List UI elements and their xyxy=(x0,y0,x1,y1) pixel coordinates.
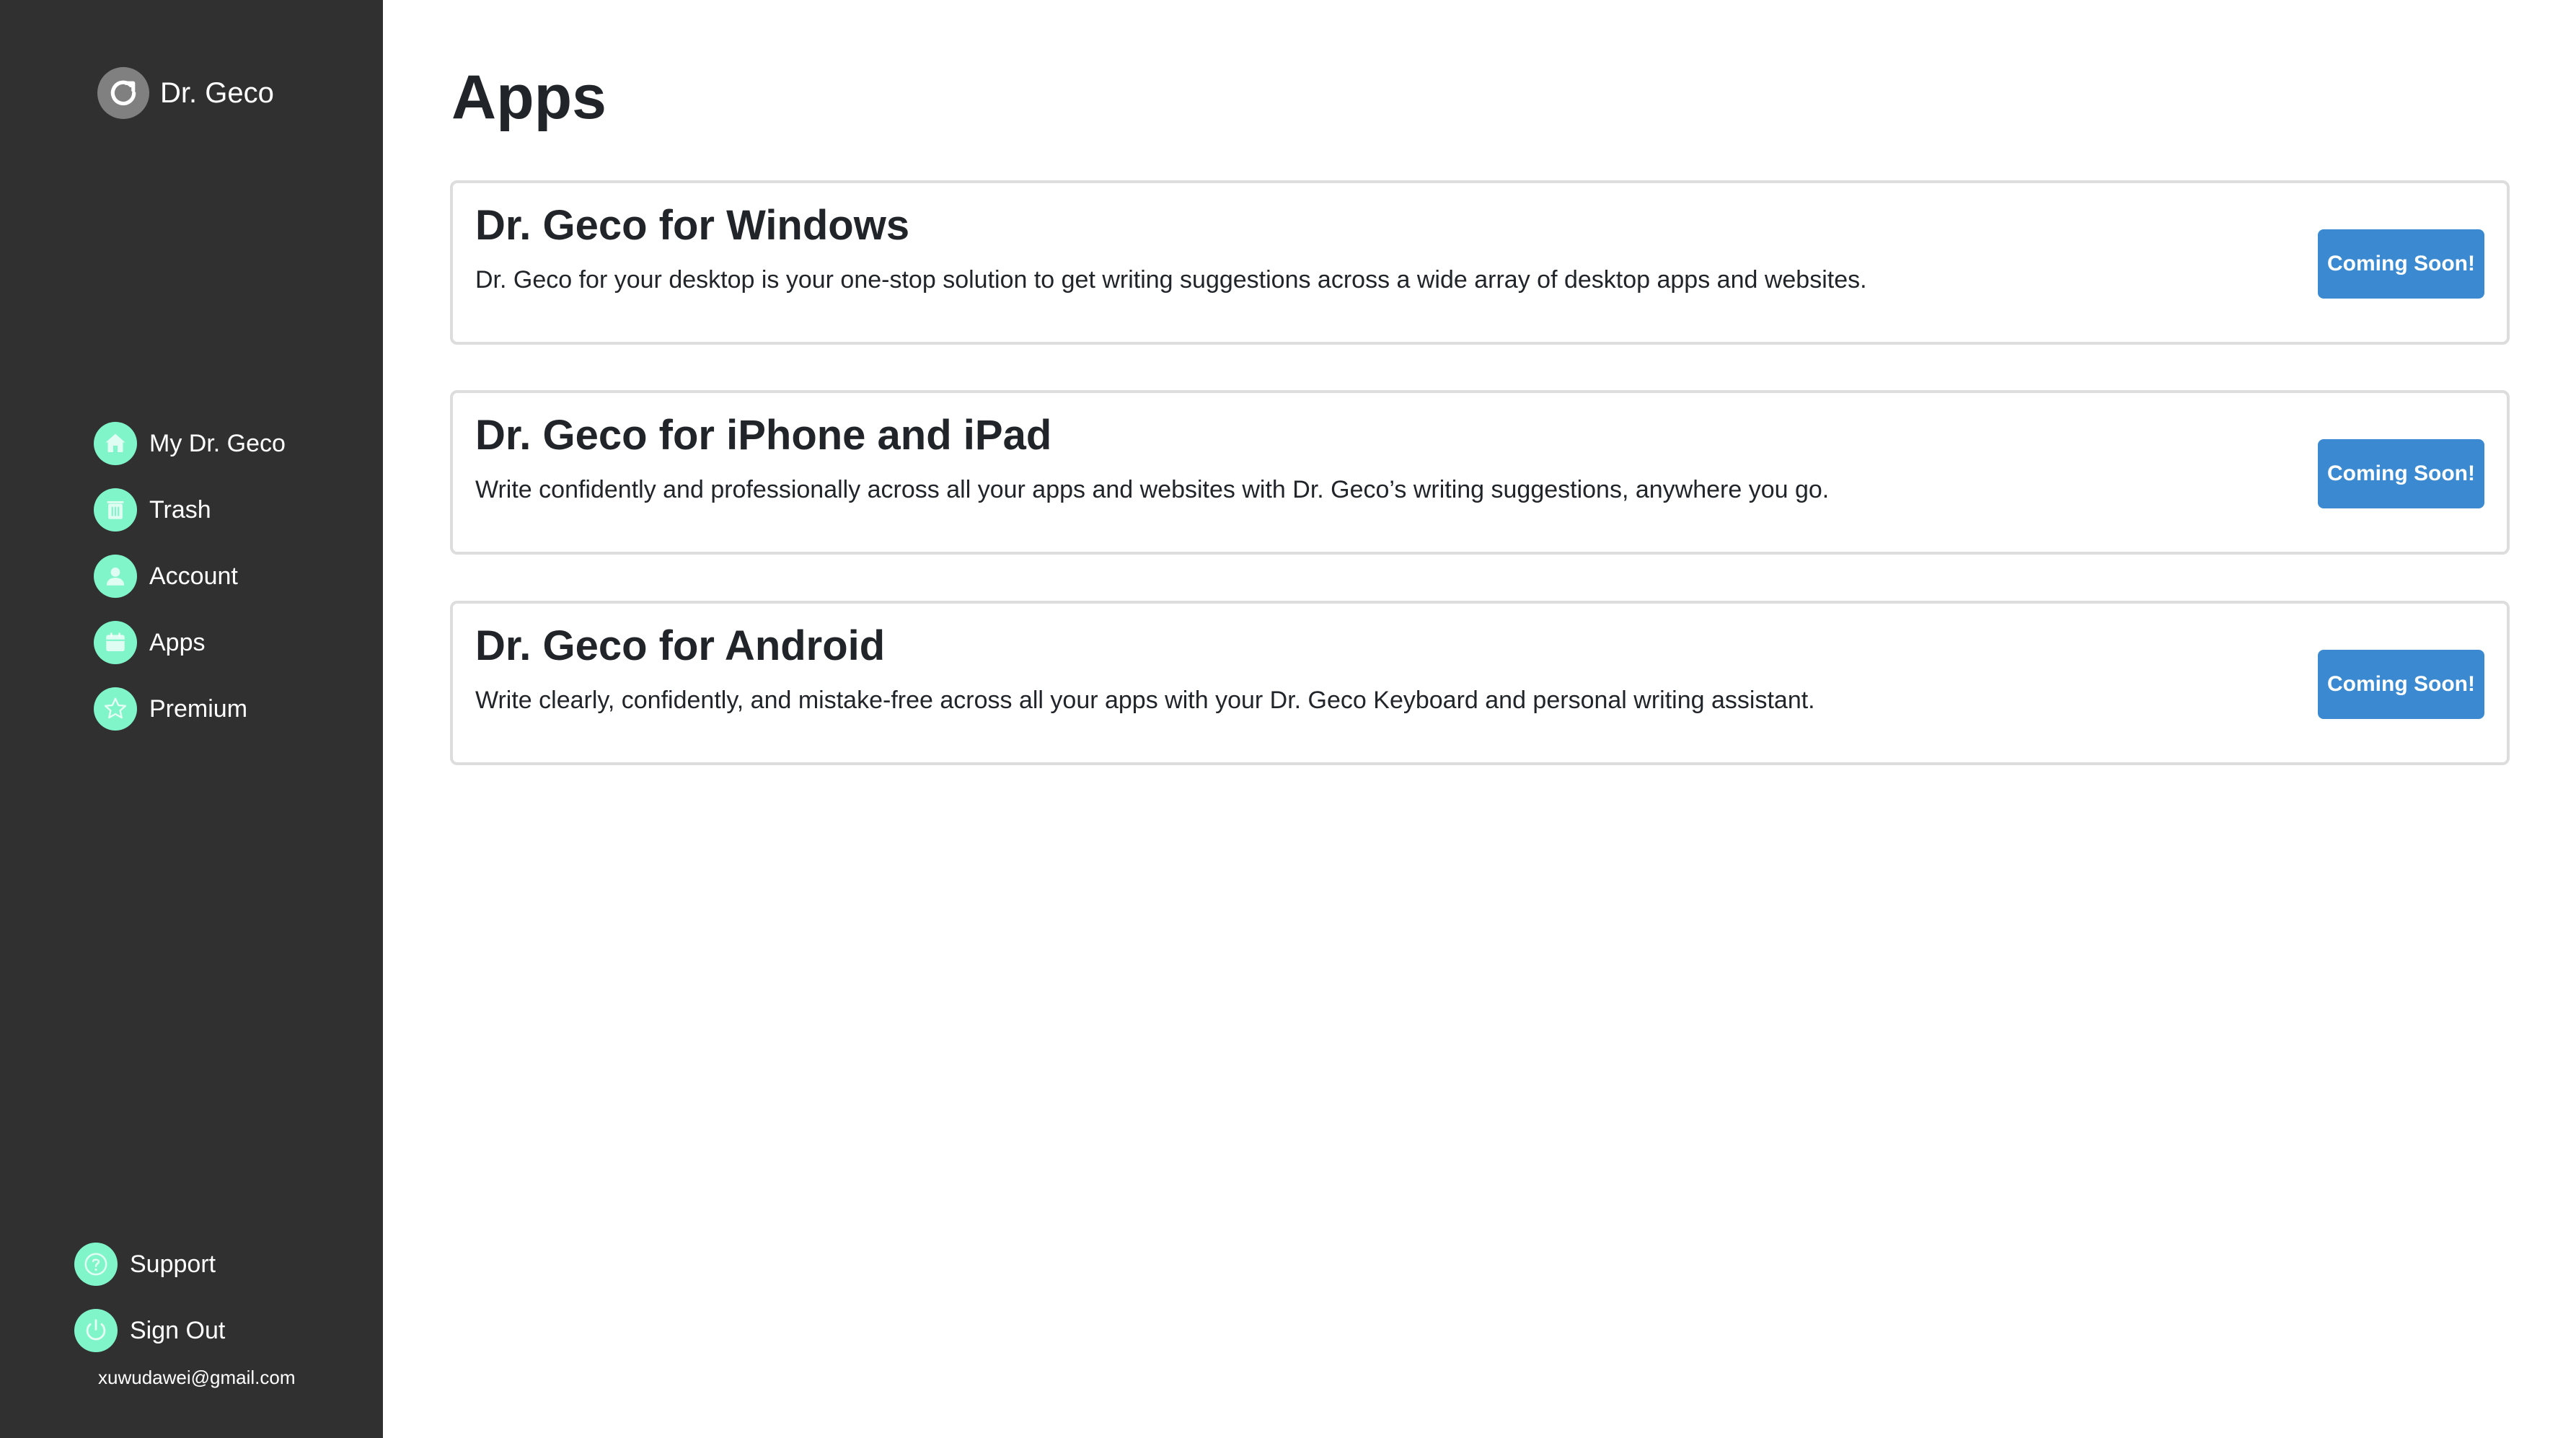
main-content: Apps Dr. Geco for Windows Dr. Geco for y… xyxy=(383,0,2576,1438)
refresh-icon xyxy=(97,67,149,119)
sidebar-item-label: My Dr. Geco xyxy=(149,429,286,457)
help-icon xyxy=(74,1243,118,1286)
coming-soon-button[interactable]: Coming Soon! xyxy=(2318,439,2484,508)
power-icon xyxy=(74,1309,118,1352)
card-title: Dr. Geco for iPhone and iPad xyxy=(475,412,1052,459)
sidebar-item-label: Premium xyxy=(149,694,248,723)
sidebar-item-label: Apps xyxy=(149,628,206,656)
card-description: Write clearly, confidently, and mistake-… xyxy=(475,687,1815,714)
card-description: Write confidently and professionally acr… xyxy=(475,476,1830,503)
card-title: Dr. Geco for Windows xyxy=(475,202,910,249)
sidebar-item-account[interactable]: Account xyxy=(94,554,286,599)
sidebar-item-label: Account xyxy=(149,562,238,590)
calendar-icon xyxy=(94,621,137,664)
brand[interactable]: Dr. Geco xyxy=(97,67,274,119)
app-card-windows: Dr. Geco for Windows Dr. Geco for your d… xyxy=(450,180,2510,345)
brand-name: Dr. Geco xyxy=(160,76,274,109)
user-email: xuwudawei@gmail.com xyxy=(98,1367,296,1388)
home-icon xyxy=(94,422,137,465)
app-root: Dr. Geco My Dr. Geco Trash Account Apps … xyxy=(0,0,2576,1438)
sidebar-item-label: Sign Out xyxy=(130,1316,226,1344)
sidebar-item-support[interactable]: Support xyxy=(74,1242,225,1287)
card-description: Dr. Geco for your desktop is your one-st… xyxy=(475,266,1867,294)
app-card-iphone-ipad: Dr. Geco for iPhone and iPad Write confi… xyxy=(450,390,2510,555)
sidebar-item-trash[interactable]: Trash xyxy=(94,488,286,532)
app-card-android: Dr. Geco for Android Write clearly, conf… xyxy=(450,601,2510,765)
star-icon xyxy=(94,687,137,731)
sidebar-nav: My Dr. Geco Trash Account Apps Premium xyxy=(94,421,286,753)
sidebar-item-sign-out[interactable]: Sign Out xyxy=(74,1308,225,1353)
sidebar-item-premium[interactable]: Premium xyxy=(94,687,286,731)
coming-soon-button[interactable]: Coming Soon! xyxy=(2318,650,2484,719)
coming-soon-button[interactable]: Coming Soon! xyxy=(2318,229,2484,299)
sidebar-item-label: Support xyxy=(130,1250,216,1278)
card-title: Dr. Geco for Android xyxy=(475,622,886,669)
sidebar: Dr. Geco My Dr. Geco Trash Account Apps … xyxy=(0,0,383,1438)
user-icon xyxy=(94,555,137,598)
sidebar-item-label: Trash xyxy=(149,495,211,524)
page-title: Apps xyxy=(451,63,606,132)
sidebar-item-apps[interactable]: Apps xyxy=(94,620,286,665)
sidebar-bottom-nav: Support Sign Out xyxy=(74,1242,225,1353)
sidebar-item-my-dr-geco[interactable]: My Dr. Geco xyxy=(94,421,286,466)
trash-icon xyxy=(94,488,137,531)
